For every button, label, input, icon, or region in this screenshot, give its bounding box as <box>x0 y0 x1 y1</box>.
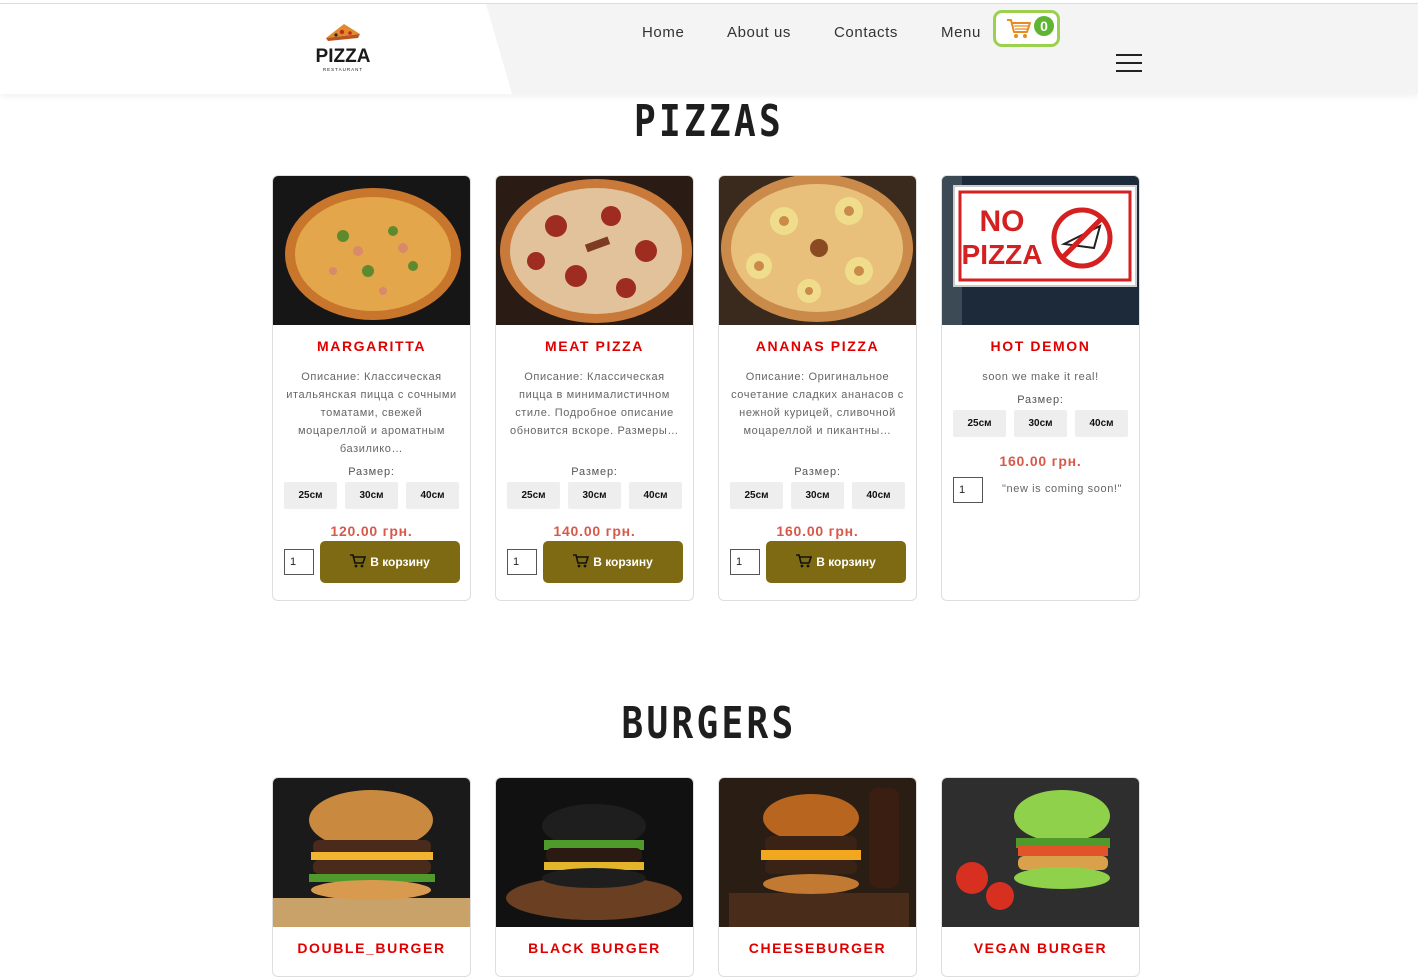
size-label: Размер: <box>1017 394 1064 406</box>
size-option-25[interactable]: 25см <box>507 482 560 509</box>
nav-about-us[interactable]: About us <box>727 24 791 41</box>
cart-icon <box>350 554 367 568</box>
section-title-pizzas: PIZZAS <box>633 96 785 147</box>
svg-text:NO: NO <box>980 205 1025 238</box>
add-to-cart-button[interactable]: В корзину <box>543 541 683 583</box>
size-option-25[interactable]: 25см <box>730 482 783 509</box>
product-price: 160.00 грн. <box>776 523 859 539</box>
product-image: NO PIZZA <box>942 176 1139 325</box>
size-label: Размер: <box>571 466 618 478</box>
product-image <box>942 778 1139 927</box>
add-to-cart-button[interactable]: В корзину <box>766 541 906 583</box>
product-description: soon we make it real! <box>982 371 1099 383</box>
product-name: DOUBLE_BURGER <box>297 940 446 956</box>
cart-icon <box>796 554 813 568</box>
product-name: HOT DEMON <box>990 338 1091 354</box>
buy-row: 1 В корзину <box>719 541 916 585</box>
shopping-cart-icon <box>1007 19 1031 38</box>
svg-text:PIZZA: PIZZA <box>316 46 371 67</box>
product-image <box>273 176 470 325</box>
size-option-40[interactable]: 40см <box>1075 410 1128 437</box>
product-price: 140.00 грн. <box>553 523 636 539</box>
product-name: MARGARITTA <box>316 338 427 354</box>
buy-row: 1 В корзину <box>496 541 693 585</box>
product-name: VEGAN BURGER <box>973 940 1108 956</box>
size-option-30[interactable]: 30см <box>345 482 398 509</box>
size-options: 25см 30см 40см <box>496 482 693 509</box>
hamburger-menu-icon[interactable] <box>1116 54 1142 74</box>
svg-text:RESTAURANT: RESTAURANT <box>323 67 363 72</box>
product-price: 120.00 грн. <box>330 523 413 539</box>
product-card: DOUBLE_BURGER <box>272 777 471 977</box>
site-header: PIZZA RESTAURANT Home About us Contacts … <box>0 3 1418 94</box>
product-image <box>496 176 693 325</box>
buy-row: 1 В корзину <box>273 541 470 585</box>
product-price: 160.00 грн. <box>999 453 1082 469</box>
size-option-25[interactable]: 25см <box>953 410 1006 437</box>
coming-soon-row: 1 "new is coming soon!" <box>942 471 1139 511</box>
product-name: ANANAS PIZZA <box>755 338 880 354</box>
product-name: MEAT PIZZA <box>545 338 644 354</box>
product-image <box>496 778 693 927</box>
nav-contacts[interactable]: Contacts <box>834 24 898 41</box>
product-name: CHEESEBURGER <box>748 940 887 956</box>
logo-panel: PIZZA RESTAURANT <box>0 4 512 94</box>
size-label: Размер: <box>348 466 395 478</box>
size-option-30[interactable]: 30см <box>791 482 844 509</box>
product-image <box>719 176 916 325</box>
product-image <box>719 778 916 927</box>
size-option-30[interactable]: 30см <box>568 482 621 509</box>
svg-text:PIZZA: PIZZA <box>962 239 1043 270</box>
size-options: 25см 30см 40см <box>942 410 1139 437</box>
product-description: Описание: Классическая пицца в минималис… <box>510 371 679 437</box>
quantity-input[interactable]: 1 <box>953 477 983 503</box>
size-option-40[interactable]: 40см <box>629 482 682 509</box>
size-option-40[interactable]: 40см <box>852 482 905 509</box>
product-card: BLACK BURGER <box>495 777 694 977</box>
quantity-input[interactable]: 1 <box>284 549 314 575</box>
quantity-input[interactable]: 1 <box>730 549 760 575</box>
product-card: ANANAS PIZZA Описание: Оригинальное соче… <box>718 175 917 601</box>
product-name: BLACK BURGER <box>528 940 661 956</box>
cart-button[interactable]: 0 <box>993 10 1060 47</box>
size-label: Размер: <box>794 466 841 478</box>
section-title-burgers: BURGERS <box>621 698 797 749</box>
product-card: CHEESEBURGER <box>718 777 917 977</box>
product-card: MEAT PIZZA Описание: Классическая пицца … <box>495 175 694 601</box>
size-options: 25см 30см 40см <box>719 482 916 509</box>
nav-menu[interactable]: Menu <box>941 24 981 41</box>
add-to-cart-button[interactable]: В корзину <box>320 541 460 583</box>
cart-count-badge: 0 <box>1034 16 1054 36</box>
size-option-30[interactable]: 30см <box>1014 410 1067 437</box>
product-image <box>273 778 470 927</box>
size-options: 25см 30см 40см <box>273 482 470 509</box>
product-description: Описание: Классическая итальянская пицца… <box>286 371 457 455</box>
size-option-40[interactable]: 40см <box>406 482 459 509</box>
size-option-25[interactable]: 25см <box>284 482 337 509</box>
nav-home[interactable]: Home <box>642 24 684 41</box>
product-card: NO PIZZA HOT DEMON soon we make it real!… <box>941 175 1140 601</box>
quantity-input[interactable]: 1 <box>507 549 537 575</box>
coming-soon-note: "new is coming soon!" <box>1002 483 1123 495</box>
cart-icon <box>573 554 590 568</box>
product-description: Описание: Оригинальное сочетание сладких… <box>731 371 904 437</box>
main-nav: Home About us Contacts Menu <box>0 24 1418 46</box>
product-card: MARGARITTA Описание: Классическая италья… <box>272 175 471 601</box>
product-card: VEGAN BURGER <box>941 777 1140 977</box>
